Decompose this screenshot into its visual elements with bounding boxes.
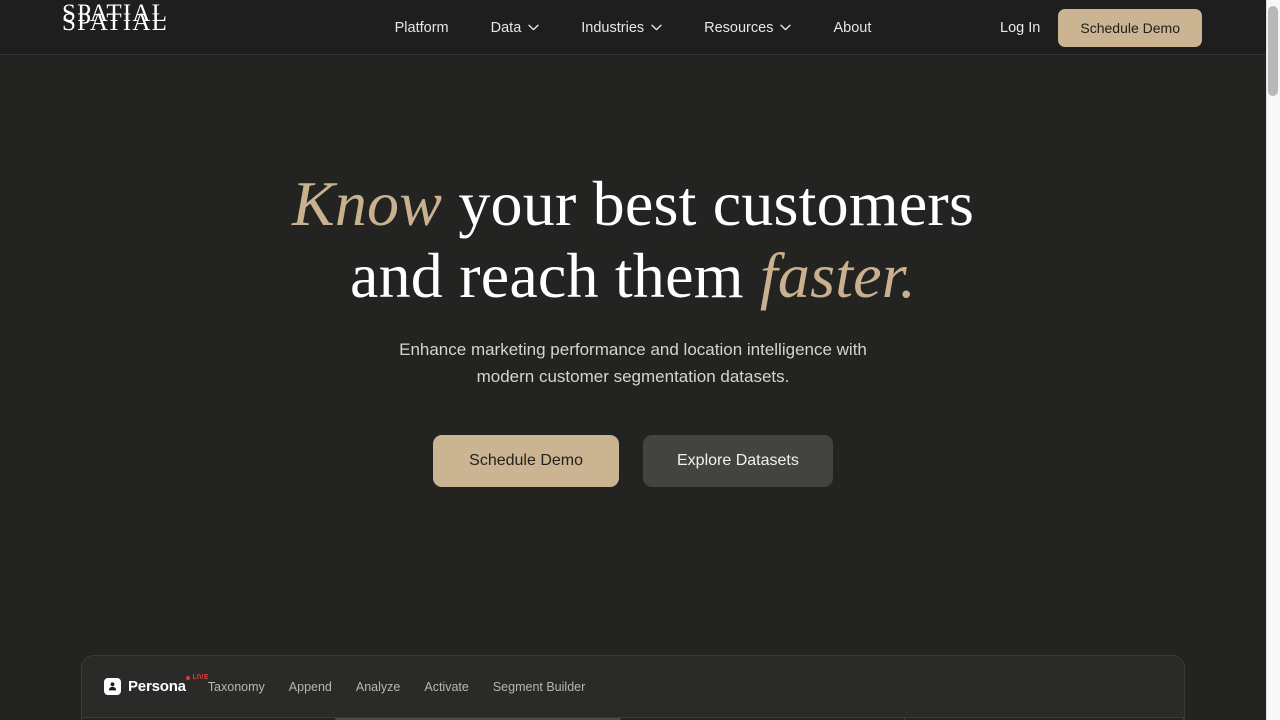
nav-item-label: Resources [704, 19, 774, 36]
nav-item-resources[interactable]: Resources [683, 20, 812, 36]
nav-item-label: About [833, 19, 872, 36]
app-tab-append[interactable]: Append [289, 680, 332, 694]
header-actions: Log In Schedule Demo [1000, 0, 1202, 55]
nav-item-data[interactable]: Data [470, 20, 561, 36]
page-scrollbar[interactable] [1266, 0, 1280, 720]
nav-item-about[interactable]: About [812, 20, 892, 36]
headline-accent-faster: faster. [759, 239, 916, 311]
schedule-demo-button-hero[interactable]: Schedule Demo [433, 435, 619, 488]
headline-line1-rest: your best customers [442, 168, 975, 239]
app-tab-segment-builder[interactable]: Segment Builder [493, 680, 585, 694]
page-scrollbar-thumb[interactable] [1268, 6, 1278, 96]
app-preview-tabs: Taxonomy Append Analyze Activate Segment… [208, 680, 585, 694]
nav-item-label: Data [490, 19, 522, 36]
schedule-demo-button-header[interactable]: Schedule Demo [1058, 8, 1202, 47]
hero-subtitle-line1: Enhance marketing performance and locati… [399, 340, 867, 360]
hero-cta-row: Schedule Demo Explore Datasets [433, 435, 833, 488]
site-header: SPATIAL SPATIAL Platform Data Industries [0, 0, 1266, 55]
hero-subtitle: Enhance marketing performance and locati… [399, 337, 867, 391]
persona-logo[interactable]: Persona LIVE [104, 674, 209, 695]
app-tab-activate[interactable]: Activate [424, 680, 468, 694]
hero-headline: Know your best customers and reach them … [292, 168, 974, 311]
hero-subtitle-line2: modern customer segmentation datasets. [476, 367, 790, 387]
nav-item-label: Platform [394, 19, 449, 36]
chevron-down-icon [651, 24, 662, 31]
app-tab-analyze[interactable]: Analyze [356, 680, 400, 694]
persona-product-name: Persona [128, 678, 186, 695]
headline-line2-rest: and reach them [350, 239, 760, 311]
explore-datasets-button[interactable]: Explore Datasets [643, 435, 833, 488]
hero-section: Know your best customers and reach them … [0, 55, 1266, 655]
login-link[interactable]: Log In [1000, 20, 1040, 36]
live-badge-label: LIVE [192, 674, 209, 681]
chevron-down-icon [780, 24, 792, 31]
page-viewport: SPATIAL SPATIAL Platform Data Industries [0, 0, 1266, 720]
headline-accent-know: Know [291, 168, 443, 239]
nav-item-industries[interactable]: Industries [560, 20, 683, 36]
app-tab-taxonomy[interactable]: Taxonomy [208, 680, 265, 694]
nav-item-platform[interactable]: Platform [374, 20, 470, 36]
chevron-down-icon [528, 24, 539, 31]
persona-avatar-icon [104, 678, 121, 695]
app-preview-panel: Persona LIVE Taxonomy Append Analyze Act… [81, 655, 1185, 720]
nav-item-label: Industries [581, 19, 645, 36]
live-dot-icon [186, 675, 191, 680]
app-preview-toolbar: Persona LIVE Taxonomy Append Analyze Act… [82, 656, 1184, 718]
live-status-badge: LIVE [186, 674, 209, 681]
